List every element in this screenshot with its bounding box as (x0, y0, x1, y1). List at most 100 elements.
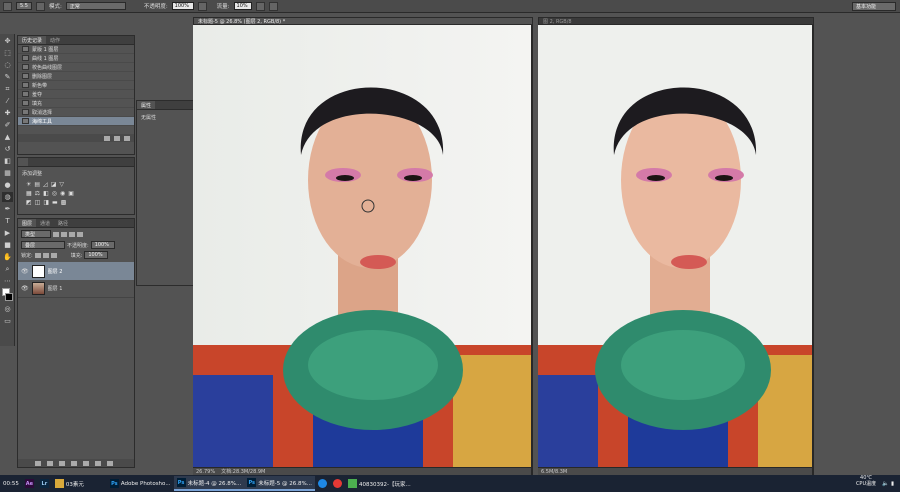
healing-tool-icon[interactable]: ✚ (2, 108, 13, 118)
taskbar-item[interactable]: Ae (22, 476, 37, 491)
fill-input[interactable]: 100% (84, 251, 109, 259)
layer-style-icon[interactable] (47, 460, 53, 466)
canvas-left[interactable] (193, 25, 531, 467)
selective-color-icon[interactable]: ▩ (61, 199, 67, 206)
color-balance-icon[interactable]: ⚖ (35, 190, 40, 197)
path-select-tool-icon[interactable]: ▶ (2, 228, 13, 238)
history-item[interactable]: 取消选择 (18, 108, 134, 117)
taskbar-item[interactable]: 03素元 (52, 476, 87, 491)
move-tool-icon[interactable]: ✥ (2, 36, 13, 46)
layer-name[interactable]: 图层 2 (48, 268, 63, 275)
history-item[interactable]: 删除图层 (18, 72, 134, 81)
hue-saturation-icon[interactable]: ▦ (26, 190, 32, 197)
filter-adjustment-icon[interactable] (61, 231, 67, 237)
crop-tool-icon[interactable]: ⌗ (2, 84, 13, 94)
taskbar-item[interactable]: Ps Adobe Photosho... (107, 476, 174, 491)
tab-actions[interactable]: 动作 (46, 36, 64, 44)
mode-select[interactable]: 正常 (65, 2, 126, 10)
airbrush-icon[interactable] (255, 1, 265, 11)
curves-icon[interactable]: ◿ (43, 181, 48, 188)
filter-type-icon[interactable] (69, 231, 75, 237)
snapshot-icon[interactable] (114, 135, 120, 141)
tab-channels[interactable]: 通道 (36, 219, 54, 227)
network-icon[interactable]: ▮ (891, 481, 894, 487)
taskbar-item[interactable]: 40830392-【玩家... (345, 476, 414, 491)
taskbar-item[interactable]: Ps 未标题-4 @ 26.8%... (173, 476, 245, 491)
eraser-tool-icon[interactable]: ◧ (2, 156, 13, 166)
link-layers-icon[interactable] (35, 460, 41, 466)
speaker-icon[interactable]: 🔈 (882, 481, 889, 487)
invert-icon[interactable]: ◩ (26, 199, 32, 206)
pen-tool-icon[interactable]: ✒ (2, 204, 13, 214)
layer-opacity-input[interactable]: 100% (90, 241, 115, 249)
type-tool-icon[interactable]: T (2, 216, 13, 226)
hand-tool-icon[interactable]: ✋ (2, 252, 13, 262)
lasso-tool-icon[interactable]: ◌ (2, 60, 13, 70)
channel-mixer-icon[interactable]: ◉ (60, 190, 65, 197)
blend-mode-select[interactable]: 叠层 (21, 241, 65, 249)
posterize-icon[interactable]: ◫ (35, 199, 41, 206)
history-item[interactable]: 蒙版 1 图层 (18, 45, 134, 54)
layer-name[interactable]: 图层 1 (48, 285, 63, 292)
trash-icon[interactable] (124, 135, 130, 141)
opacity-input[interactable]: 100% (171, 2, 194, 10)
background-color-swatch[interactable] (5, 293, 13, 301)
blur-tool-icon[interactable]: ● (2, 180, 13, 190)
workspace-select[interactable]: 基本功能 (852, 2, 896, 11)
vibrance-icon[interactable]: ▽ (59, 181, 64, 188)
brush-panel-icon[interactable] (35, 1, 45, 11)
sponge-tool-icon[interactable]: ◍ (2, 192, 13, 202)
layer-kind-select[interactable]: 类型 (21, 230, 51, 238)
layer-row-selected[interactable]: 👁 图层 2 (18, 262, 134, 280)
shape-tool-icon[interactable]: ■ (2, 240, 13, 250)
lock-pixels-icon[interactable] (34, 252, 41, 258)
zoom-level[interactable]: 26.79% (196, 469, 215, 475)
filter-pixel-icon[interactable] (53, 231, 59, 237)
taskbar-item[interactable] (330, 476, 345, 491)
brush-size-picker[interactable]: 5.5 (16, 2, 32, 10)
brush-tool-icon[interactable]: ✐ (2, 120, 13, 130)
tab-properties[interactable]: 属性 (137, 101, 156, 109)
new-adjustment-icon[interactable] (71, 460, 77, 466)
history-item[interactable]: 曲线 1 图层 (18, 54, 134, 63)
quick-select-tool-icon[interactable]: ✎ (2, 72, 13, 82)
pressure-opacity-icon[interactable] (197, 1, 207, 11)
zoom-tool-icon[interactable]: ⌕ (2, 264, 13, 274)
eye-icon[interactable]: 👁 (21, 268, 29, 275)
brightness-contrast-icon[interactable]: ☀ (26, 181, 31, 188)
filter-shape-icon[interactable] (77, 231, 83, 237)
threshold-icon[interactable]: ◨ (43, 199, 49, 206)
taskbar-item-active[interactable]: Ps 未标题-5 @ 26.8%... (244, 476, 315, 491)
lock-all-icon[interactable] (50, 252, 57, 258)
history-item[interactable]: 新色带 (18, 81, 134, 90)
history-item[interactable]: 校色曲线图层 (18, 63, 134, 72)
photo-filter-icon[interactable]: ◎ (52, 190, 57, 197)
pressure-size-icon[interactable] (268, 1, 278, 11)
trash-icon[interactable] (107, 460, 113, 466)
exposure-icon[interactable]: ◪ (51, 181, 57, 188)
new-group-icon[interactable] (83, 460, 89, 466)
history-brush-icon[interactable]: ↺ (2, 144, 13, 154)
marquee-tool-icon[interactable]: ⬚ (2, 48, 13, 58)
lock-position-icon[interactable] (42, 252, 49, 258)
taskbar-item[interactable]: Lr (37, 476, 52, 491)
levels-icon[interactable]: ▤ (34, 181, 40, 188)
new-layer-icon[interactable] (95, 460, 101, 466)
brush-tool-icon[interactable] (3, 1, 12, 11)
canvas-right[interactable] (538, 25, 812, 467)
more-tools-icon[interactable]: ⋯ (2, 276, 13, 286)
eye-icon[interactable]: 👁 (21, 285, 29, 292)
layer-row[interactable]: 👁 图层 1 (18, 280, 134, 298)
gradient-tool-icon[interactable]: ▦ (2, 168, 13, 178)
flow-input[interactable]: 10% (233, 2, 252, 10)
taskbar-item[interactable] (315, 476, 330, 491)
document-tab-left[interactable]: 未标题-5 @ 26.8% (图层 2, RGB/8) * (193, 17, 533, 25)
eyedropper-tool-icon[interactable]: ⁄ (2, 96, 13, 106)
quick-mask-icon[interactable]: ◎ (2, 304, 13, 314)
black-white-icon[interactable]: ◧ (43, 190, 49, 197)
screen-mode-icon[interactable]: ▭ (2, 316, 13, 326)
color-swatches[interactable] (2, 288, 13, 302)
document-tab-right[interactable]: 图 2, RGB/8 (538, 17, 814, 25)
tab-adjustments[interactable] (18, 158, 28, 166)
new-document-from-state-icon[interactable] (104, 135, 110, 141)
